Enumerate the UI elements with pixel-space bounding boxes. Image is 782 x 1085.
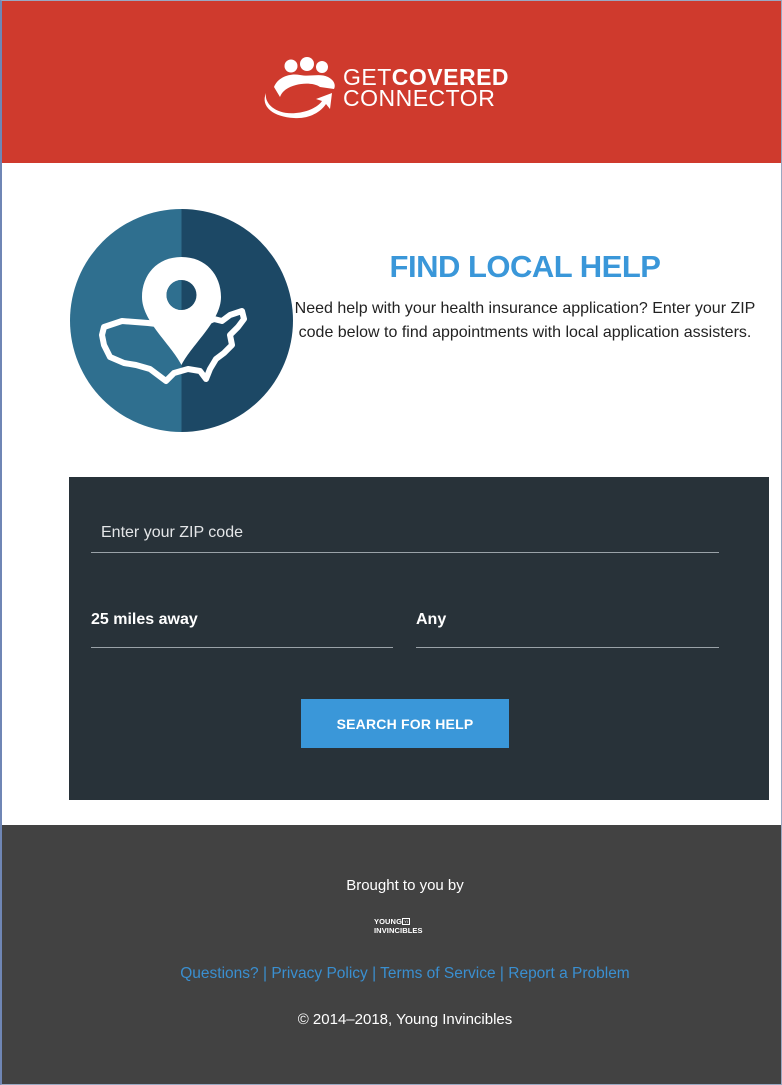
footer-links: Questions? | Privacy Policy | Terms of S… xyxy=(2,965,781,983)
privacy-policy-link[interactable]: Privacy Policy xyxy=(271,965,367,982)
logo-wordmark: GETCOVERED CONNECTOR xyxy=(343,66,509,111)
link-separator: | xyxy=(372,965,377,982)
people-arrow-logo-icon xyxy=(264,57,335,119)
yi-logo-invincibles: INVINCIBLES xyxy=(374,926,423,935)
questions-link[interactable]: Questions? xyxy=(180,965,258,982)
report-a-problem-link[interactable]: Report a Problem xyxy=(508,965,629,982)
search-for-help-button[interactable]: SEARCH FOR HELP xyxy=(301,699,509,748)
footer: Brought to you by YOUNG YI INVINCIBLES Q… xyxy=(2,825,781,1084)
page-description: Need help with your health insurance app… xyxy=(294,300,756,341)
zip-code-input[interactable] xyxy=(91,513,719,553)
getcovered-logo[interactable]: GETCOVERED CONNECTOR xyxy=(260,57,560,123)
page-title: FIND LOCAL HELP xyxy=(389,249,661,284)
search-panel: 25 miles away Any SEARCH FOR HELP xyxy=(69,477,769,800)
link-separator: | xyxy=(262,965,268,982)
terms-of-service-link[interactable]: Terms of Service xyxy=(380,965,495,982)
map-pin-usa-icon xyxy=(70,209,293,432)
logo-text-connector: CONNECTOR xyxy=(343,85,496,111)
yi-logo-badge: YI xyxy=(402,918,410,925)
header-bar: GETCOVERED CONNECTOR xyxy=(2,1,781,163)
copyright-text: © 2014–2018, Young Invincibles xyxy=(297,1011,513,1028)
brought-to-you-by-text: Brought to you by xyxy=(346,877,464,894)
app-window: GETCOVERED CONNECTOR FIND LOCAL HELP Nee… xyxy=(0,0,782,1085)
assister-type-select[interactable]: Any xyxy=(416,604,719,648)
link-separator: | xyxy=(499,965,504,982)
distance-select[interactable]: 25 miles away xyxy=(91,604,393,648)
young-invincibles-logo[interactable]: YOUNG YI INVINCIBLES xyxy=(374,917,434,939)
yi-logo-young: YOUNG xyxy=(374,917,403,926)
